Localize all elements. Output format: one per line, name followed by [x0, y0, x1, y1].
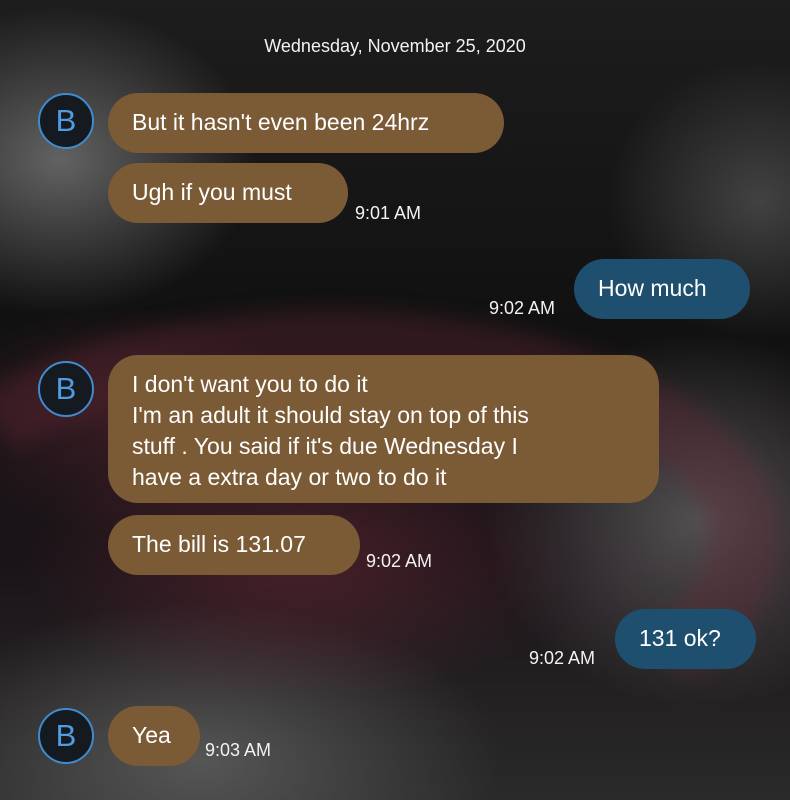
message-timestamp: 9:02 AM — [489, 298, 556, 318]
message-timestamp: 9:01 AM — [355, 203, 422, 223]
incoming-message-bubble[interactable]: But it hasn't even been 24hrz — [108, 93, 504, 153]
message-timestamp: 9:02 AM — [366, 551, 433, 571]
message-text-line: I don't want you to do it — [132, 371, 368, 397]
contact-avatar[interactable]: B — [38, 361, 94, 417]
message-text: How much — [598, 275, 707, 301]
message-text-line: have a extra day or two to do it — [132, 464, 447, 490]
incoming-message-bubble[interactable]: Ugh if you must — [108, 163, 348, 223]
message-text-line: I'm an adult it should stay on top of th… — [132, 402, 529, 428]
incoming-message-bubble[interactable]: The bill is 131.07 — [108, 515, 360, 575]
outgoing-message-bubble[interactable]: 131 ok? — [615, 609, 756, 669]
date-header: Wednesday, November 25, 2020 — [264, 36, 526, 56]
contact-avatar[interactable]: B — [38, 708, 94, 764]
message-text: But it hasn't even been 24hrz — [132, 109, 430, 135]
message-text: 131 ok? — [639, 625, 721, 651]
contact-avatar[interactable]: B — [38, 93, 94, 149]
incoming-message-bubble[interactable]: Yea — [108, 706, 200, 766]
message-text-line: stuff . You said if it's due Wednesday I — [132, 433, 518, 459]
message-timestamp: 9:03 AM — [205, 740, 272, 760]
message-text: The bill is 131.07 — [132, 531, 306, 557]
message-text: Ugh if you must — [132, 179, 292, 205]
message-text: Yea — [132, 722, 171, 748]
message-timestamp: 9:02 AM — [529, 648, 596, 668]
incoming-message-bubble[interactable]: I don't want you to do it I'm an adult i… — [108, 355, 659, 503]
outgoing-message-bubble[interactable]: How much — [574, 259, 750, 319]
